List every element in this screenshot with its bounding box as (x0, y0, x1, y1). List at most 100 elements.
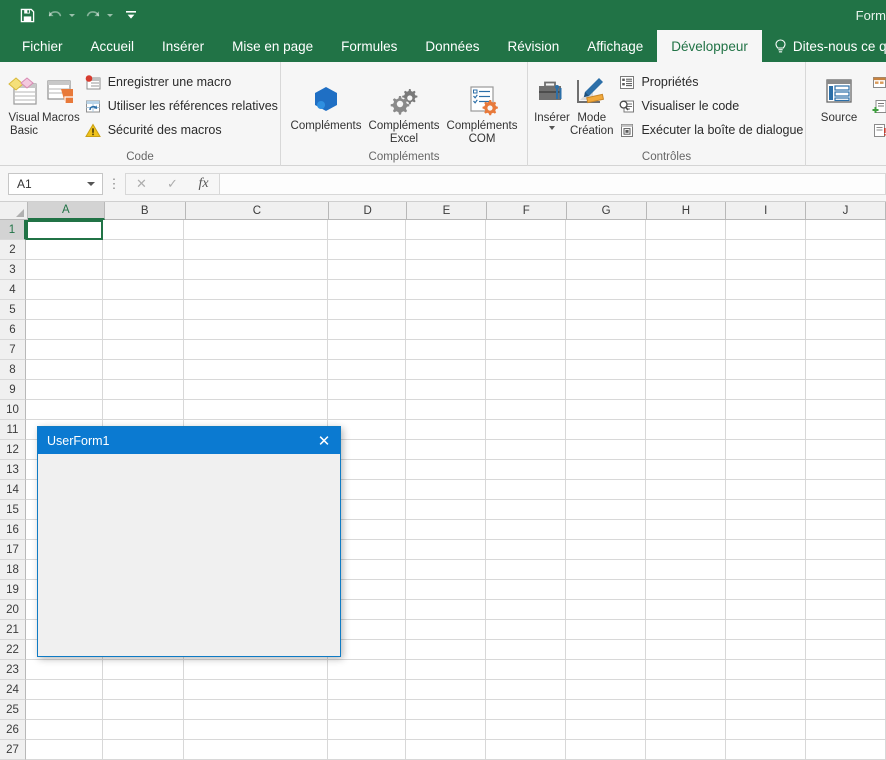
row-header-19[interactable]: 19 (0, 580, 26, 600)
cell-H14[interactable] (646, 480, 726, 500)
cell-I4[interactable] (726, 280, 806, 300)
cell-D8[interactable] (328, 360, 406, 380)
cell-G8[interactable] (566, 360, 646, 380)
cell-J19[interactable] (806, 580, 886, 600)
cell-B25[interactable] (103, 700, 184, 720)
cell-J17[interactable] (806, 540, 886, 560)
tab-developpeur[interactable]: Développeur (657, 30, 762, 62)
run-dialog-button[interactable]: Exécuter la boîte de dialogue (613, 118, 808, 142)
row-header-20[interactable]: 20 (0, 600, 26, 620)
cell-F23[interactable] (486, 660, 566, 680)
row-header-12[interactable]: 12 (0, 440, 26, 460)
cell-G6[interactable] (566, 320, 646, 340)
cell-G4[interactable] (566, 280, 646, 300)
undo-button[interactable] (42, 4, 68, 26)
cell-J9[interactable] (806, 380, 886, 400)
cell-J11[interactable] (806, 420, 886, 440)
com-addins-button[interactable]: Compléments COM (443, 75, 521, 146)
column-header-g[interactable]: G (566, 202, 647, 220)
cell-F2[interactable] (486, 240, 566, 260)
cell-H2[interactable] (646, 240, 726, 260)
row-header-24[interactable]: 24 (0, 680, 26, 700)
undo-dropdown-icon[interactable] (66, 4, 78, 26)
tab-mise-en-page[interactable]: Mise en page (218, 30, 327, 62)
cell-G11[interactable] (566, 420, 646, 440)
cell-D7[interactable] (328, 340, 406, 360)
row-header-8[interactable]: 8 (0, 360, 26, 380)
cell-B23[interactable] (103, 660, 184, 680)
cell-F17[interactable] (486, 540, 566, 560)
cell-H20[interactable] (646, 600, 726, 620)
cell-J2[interactable] (806, 240, 886, 260)
cell-J4[interactable] (806, 280, 886, 300)
tab-revision[interactable]: Révision (493, 30, 573, 62)
cell-J8[interactable] (806, 360, 886, 380)
column-header-a[interactable]: A (27, 202, 105, 220)
cell-J7[interactable] (806, 340, 886, 360)
cell-I25[interactable] (726, 700, 806, 720)
cell-F12[interactable] (486, 440, 566, 460)
row-header-2[interactable]: 2 (0, 240, 26, 260)
cell-H8[interactable] (646, 360, 726, 380)
cell-E15[interactable] (406, 500, 486, 520)
cell-H1[interactable] (646, 220, 726, 240)
close-icon[interactable]: ✕ (308, 427, 340, 454)
cell-I26[interactable] (726, 720, 806, 740)
customize-qat-button[interactable] (118, 4, 144, 26)
cell-F21[interactable] (486, 620, 566, 640)
cell-J23[interactable] (806, 660, 886, 680)
cell-H13[interactable] (646, 460, 726, 480)
cell-E27[interactable] (406, 740, 486, 760)
cell-H4[interactable] (646, 280, 726, 300)
cell-J13[interactable] (806, 460, 886, 480)
row-header-18[interactable]: 18 (0, 560, 26, 580)
cell-J12[interactable] (806, 440, 886, 460)
cell-J5[interactable] (806, 300, 886, 320)
cell-G5[interactable] (566, 300, 646, 320)
cell-H23[interactable] (646, 660, 726, 680)
cell-F24[interactable] (486, 680, 566, 700)
cell-F16[interactable] (486, 520, 566, 540)
properties-button[interactable]: Propriétés (613, 70, 808, 94)
cell-I22[interactable] (726, 640, 806, 660)
expansion-packs-button[interactable]: K (866, 94, 886, 118)
view-code-button[interactable]: Visualiser le code (613, 94, 808, 118)
cell-H11[interactable] (646, 420, 726, 440)
cell-H17[interactable] (646, 540, 726, 560)
cell-A24[interactable] (26, 680, 103, 700)
cell-E14[interactable] (406, 480, 486, 500)
cell-D10[interactable] (328, 400, 406, 420)
cell-I10[interactable] (726, 400, 806, 420)
column-header-j[interactable]: J (806, 202, 886, 220)
cell-D23[interactable] (328, 660, 406, 680)
cell-A8[interactable] (26, 360, 103, 380)
cell-F3[interactable] (486, 260, 566, 280)
cell-E11[interactable] (406, 420, 486, 440)
cell-I5[interactable] (726, 300, 806, 320)
cell-H25[interactable] (646, 700, 726, 720)
cell-E9[interactable] (406, 380, 486, 400)
insert-control-button[interactable]: Insérer (534, 67, 570, 130)
column-header-c[interactable]: C (185, 202, 330, 220)
cell-F20[interactable] (486, 600, 566, 620)
cell-C2[interactable] (184, 240, 328, 260)
cell-F25[interactable] (486, 700, 566, 720)
cell-F27[interactable] (486, 740, 566, 760)
cell-G2[interactable] (566, 240, 646, 260)
cell-J15[interactable] (806, 500, 886, 520)
cell-G24[interactable] (566, 680, 646, 700)
cell-H5[interactable] (646, 300, 726, 320)
row-header-16[interactable]: 16 (0, 520, 26, 540)
cell-C6[interactable] (184, 320, 328, 340)
cell-H7[interactable] (646, 340, 726, 360)
visual-basic-button[interactable]: Visual Basic (6, 67, 42, 138)
cell-H15[interactable] (646, 500, 726, 520)
cell-F11[interactable] (486, 420, 566, 440)
column-header-i[interactable]: I (726, 202, 807, 220)
cell-J6[interactable] (806, 320, 886, 340)
cell-E5[interactable] (406, 300, 486, 320)
cell-B3[interactable] (103, 260, 184, 280)
tell-me-box[interactable]: Dites-nous ce que vous voulez (762, 30, 886, 62)
cell-J10[interactable] (806, 400, 886, 420)
cell-G9[interactable] (566, 380, 646, 400)
